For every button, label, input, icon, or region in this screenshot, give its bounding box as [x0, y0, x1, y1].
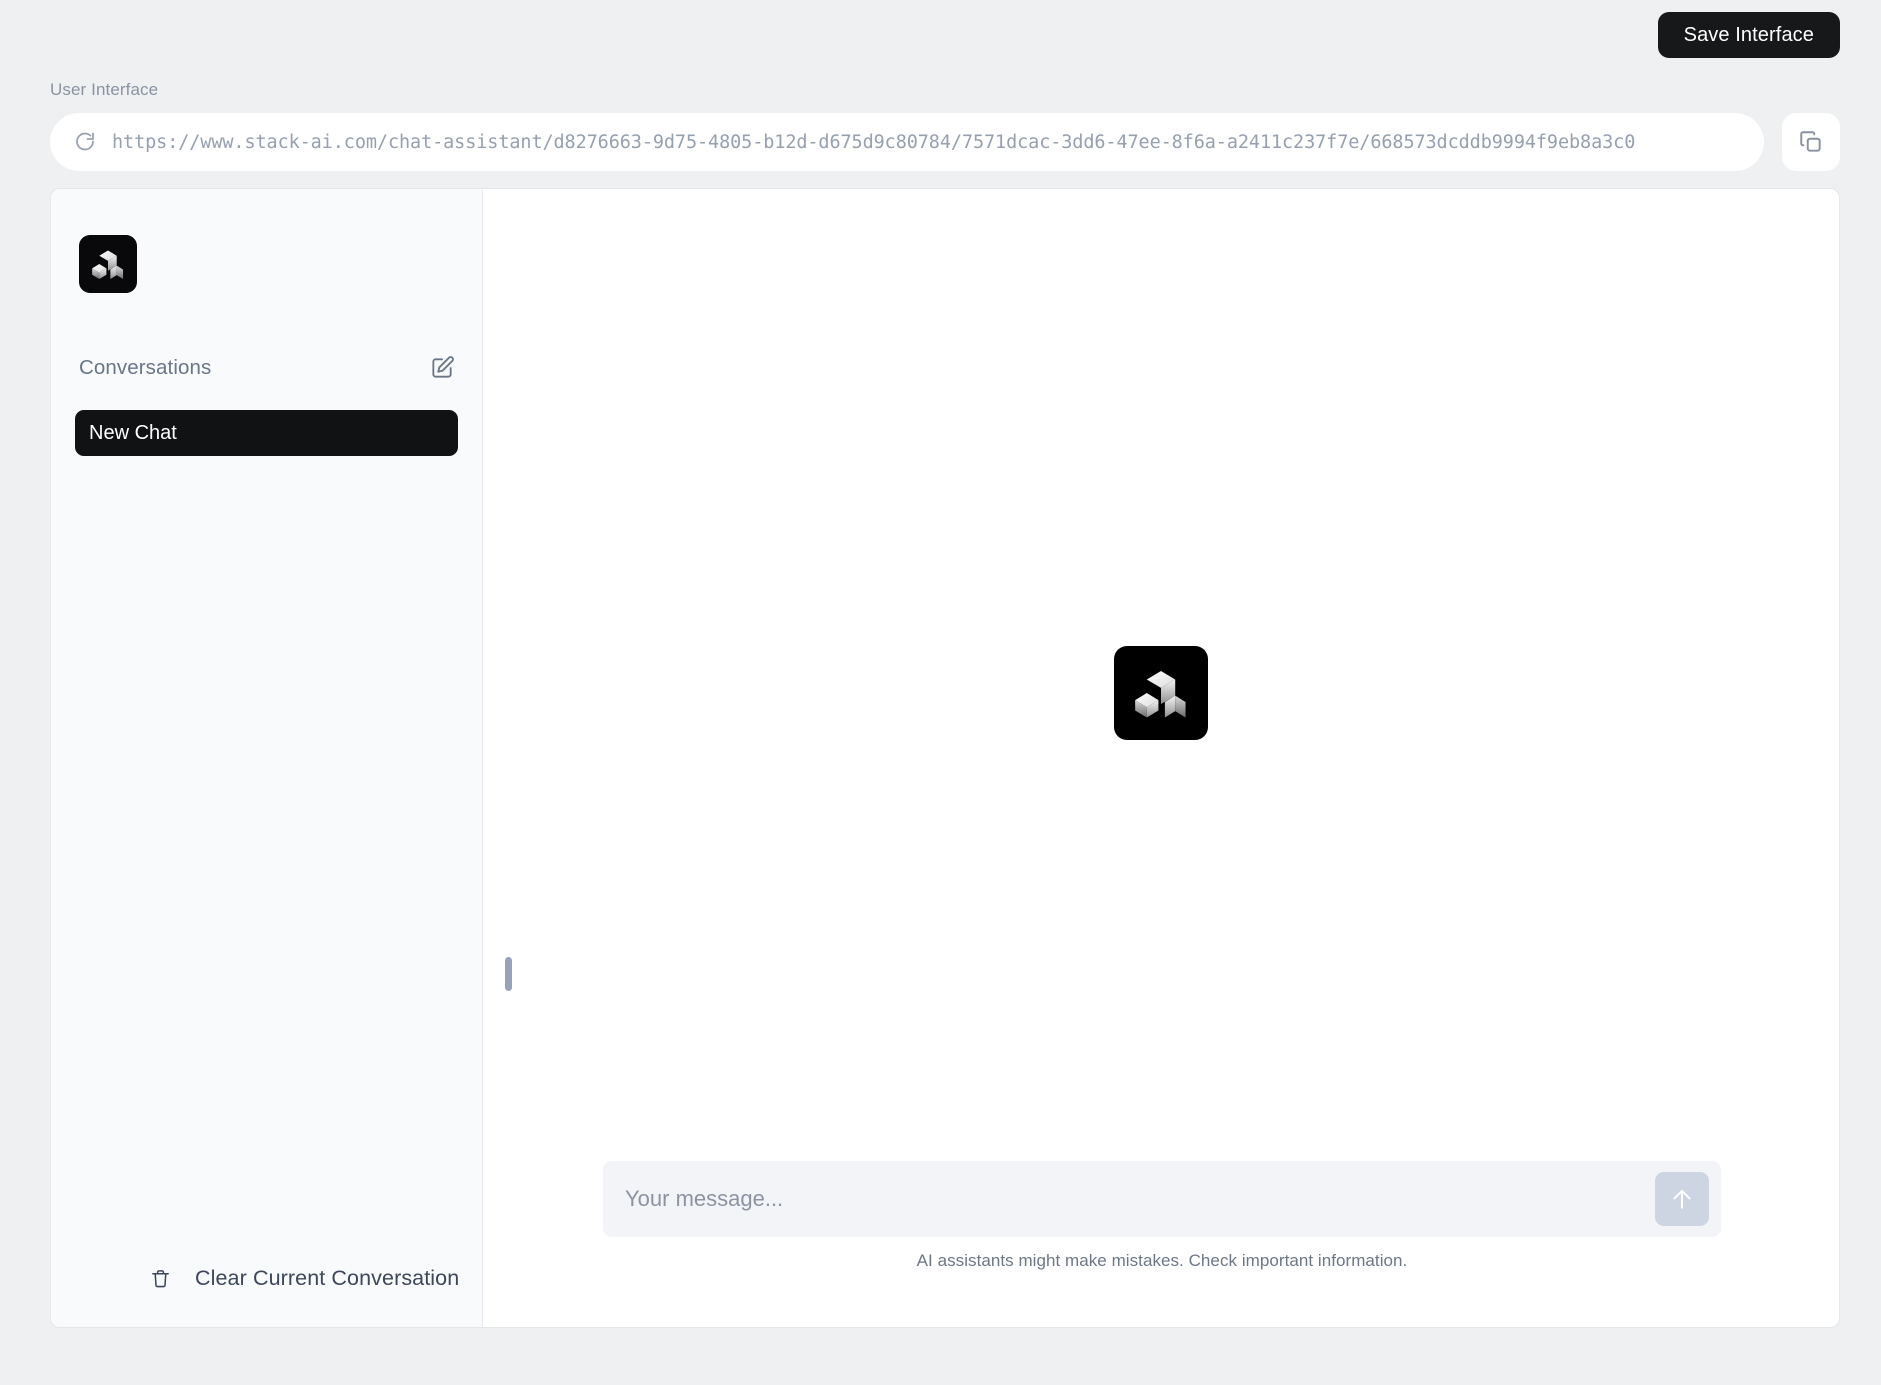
message-composer — [603, 1161, 1721, 1237]
clear-conversation-row[interactable]: Clear Current Conversation — [51, 1265, 482, 1291]
send-message-button[interactable] — [1655, 1172, 1709, 1226]
url-row: https://www.stack-ai.com/chat-assistant/… — [50, 113, 1840, 171]
url-bar[interactable]: https://www.stack-ai.com/chat-assistant/… — [50, 113, 1764, 171]
user-interface-label: User Interface — [50, 80, 159, 99]
chat-assistant-logo — [1114, 646, 1208, 740]
refresh-icon[interactable] — [72, 129, 98, 155]
sidebar-logo — [79, 235, 137, 293]
save-interface-button[interactable]: Save Interface — [1657, 12, 1840, 58]
conversations-header: Conversations — [79, 353, 456, 383]
app-root: Save Interface User Interface https://ww… — [0, 0, 1881, 1385]
copy-icon — [1800, 131, 1821, 152]
trash-icon — [147, 1265, 173, 1291]
conversation-list: New Chat — [75, 410, 458, 456]
stack-ai-logo-icon — [92, 250, 124, 280]
conversation-item-new-chat[interactable]: New Chat — [75, 410, 458, 456]
topbar: Save Interface — [0, 0, 1881, 80]
url-text: https://www.stack-ai.com/chat-assistant/… — [112, 131, 1636, 153]
ai-disclaimer-text: AI assistants might make mistakes. Check… — [916, 1251, 1408, 1270]
composer-area: AI assistants might make mistakes. Check… — [603, 1161, 1721, 1271]
clear-current-conversation-label: Clear Current Conversation — [195, 1265, 460, 1290]
arrow-up-icon — [1673, 1189, 1691, 1209]
copy-url-button[interactable] — [1782, 113, 1840, 171]
sidebar: Conversations New Chat Clear Current Con… — [51, 189, 483, 1327]
chat-empty-state — [483, 189, 1839, 1327]
conversations-title: Conversations — [79, 356, 212, 379]
chat-panel: AI assistants might make mistakes. Check… — [483, 189, 1839, 1327]
message-input[interactable] — [625, 1186, 1637, 1212]
conversation-item-label: New Chat — [89, 421, 177, 444]
chat-scrollbar-thumb[interactable] — [505, 957, 512, 991]
compose-new-chat-icon[interactable] — [428, 354, 456, 382]
chat-assistant-card: Conversations New Chat Clear Current Con… — [50, 188, 1840, 1328]
stack-ai-logo-icon — [1135, 671, 1186, 718]
